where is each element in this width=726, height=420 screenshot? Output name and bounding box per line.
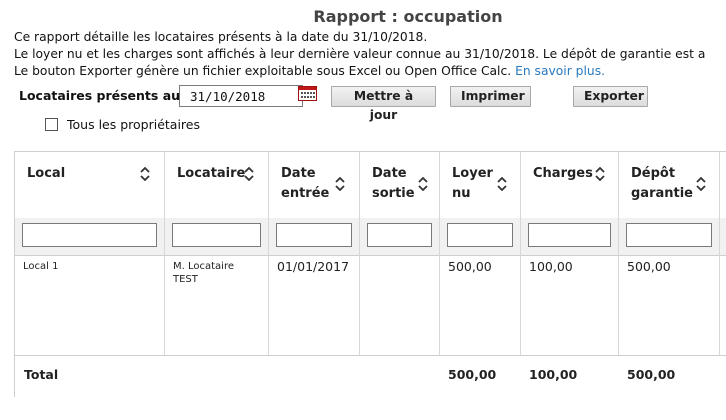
total-charges: 100,00 [529,367,578,382]
cell-loyer: 500,00 [448,259,492,274]
filter-date-sortie-input[interactable] [367,223,432,247]
cell-locataire: M. Locataire TEST [173,260,234,286]
total-loyer: 500,00 [448,367,497,382]
filter-bar: Locataires présents au Mettre à jour Imp… [19,85,726,122]
sort-icon[interactable] [497,177,507,191]
total-depot: 500,00 [627,367,676,382]
occupation-table: Local Locataire Date entrée Date sortie … [14,151,726,397]
page-title: Rapport : occupation [313,7,503,26]
header-loyer-line1: Loyer [452,166,493,181]
filter-date-entree-input[interactable] [276,223,352,247]
column-divider [268,152,269,355]
header-locataire[interactable]: Locataire [177,164,245,184]
header-charges-label: Charges [533,166,593,181]
report-intro: Ce rapport détaille les locataires prése… [14,29,705,80]
all-owners-checkbox[interactable] [45,118,58,131]
header-loyer-line2: nu [452,186,471,201]
table-total-row [15,355,726,397]
occupation-report-page: Rapport : occupation Ce rapport détaille… [0,0,726,420]
header-date-entree-line1: Date [281,166,316,181]
header-loyer-nu[interactable]: Loyer nu [452,164,493,204]
column-divider [618,152,619,355]
table-header [15,152,726,219]
sort-icon[interactable] [595,167,605,181]
header-locataire-label: Locataire [177,166,246,181]
sort-icon[interactable] [335,177,345,191]
intro-line-2: Le loyer nu et les charges sont affichés… [14,47,706,61]
column-divider [520,152,521,355]
sort-icon[interactable] [140,167,150,181]
learn-more-link[interactable]: En savoir plus. [515,64,605,78]
column-divider [439,152,440,355]
cell-locataire-line1: M. Locataire [173,261,234,272]
cell-local: Local 1 [23,261,59,272]
header-depot-garantie[interactable]: Dépôt garantie [631,164,693,204]
header-depot-line1: Dépôt [631,166,676,181]
export-button[interactable]: Exporter [573,86,648,107]
cell-depot: 500,00 [627,259,671,274]
date-filter-label: Locataires présents au [19,88,181,103]
column-divider [359,152,360,355]
header-charges[interactable]: Charges [533,164,593,184]
date-input[interactable] [179,85,303,107]
header-local-label: Local [27,166,66,181]
filter-locataire-input[interactable] [172,223,261,247]
header-date-sortie[interactable]: Date sortie [372,164,415,204]
header-local[interactable]: Local [27,164,65,184]
filter-charges-input[interactable] [528,223,611,247]
update-button[interactable]: Mettre à jour [331,86,436,122]
cell-locataire-line2: TEST [173,274,198,285]
intro-line-3-text: Le bouton Exporter génère un fichier exp… [14,64,512,78]
header-date-sortie-line1: Date [372,166,407,181]
column-divider [719,152,720,355]
print-button[interactable]: Imprimer [450,86,531,107]
calendar-icon[interactable] [298,86,317,101]
filter-local-input[interactable] [22,223,157,247]
header-date-entree-line2: entrée [281,186,330,201]
intro-line-1: Ce rapport détaille les locataires prése… [14,30,428,44]
filter-loyer-input[interactable] [447,223,513,247]
total-label: Total [24,367,59,382]
column-divider [164,152,165,355]
sort-icon[interactable] [244,167,254,181]
cell-date-entree: 01/01/2017 [277,259,350,274]
sort-icon[interactable] [696,177,706,191]
cell-charges: 100,00 [529,259,573,274]
all-owners-label: Tous les propriétaires [67,117,201,132]
intro-line-3: Le bouton Exporter génère un fichier exp… [14,63,705,80]
header-depot-line2: garantie [631,186,694,201]
sort-icon[interactable] [418,177,428,191]
table-body [15,255,726,356]
filter-depot-input[interactable] [626,223,712,247]
header-date-entree[interactable]: Date entrée [281,164,329,204]
header-date-sortie-line2: sortie [372,186,415,201]
